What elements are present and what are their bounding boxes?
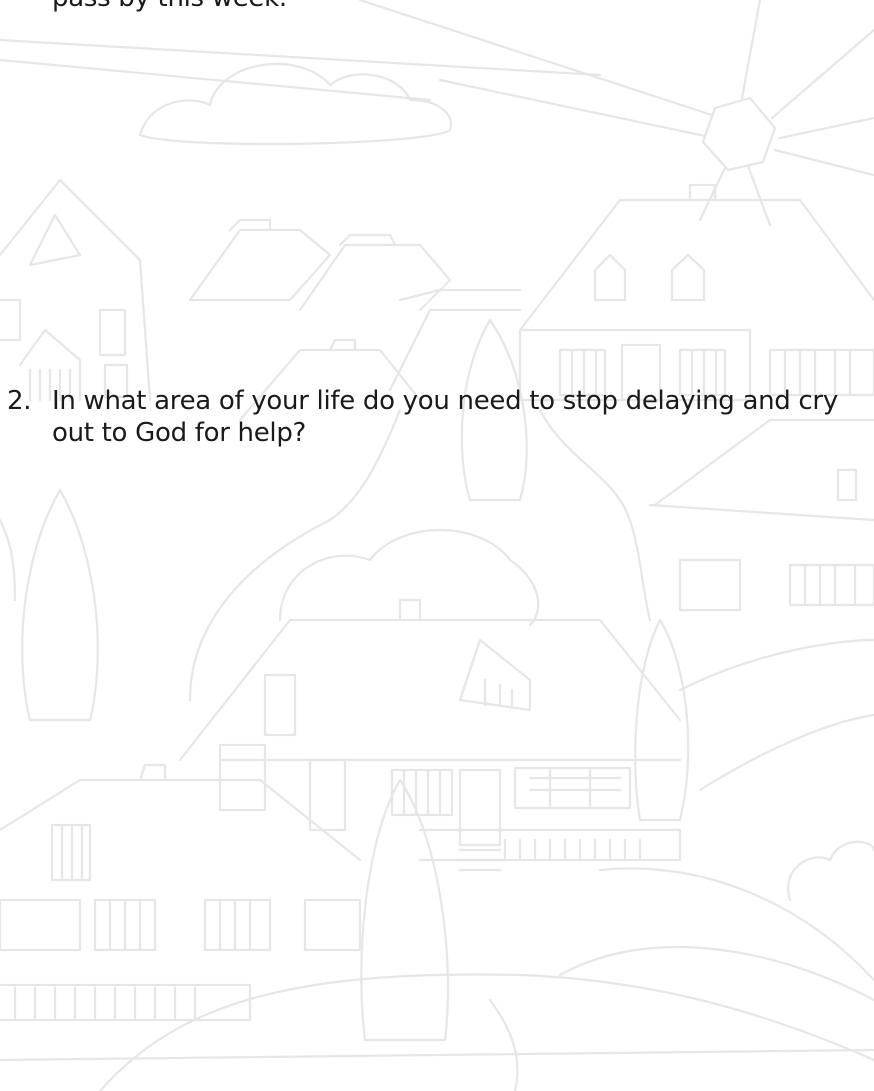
village-line-art-illustration — [0, 0, 874, 1091]
tree — [21, 488, 99, 722]
sun-icon — [358, 0, 874, 227]
question-text-line: out to God for help? — [52, 418, 307, 448]
previous-question-text-tail: pass by this week. — [52, 0, 287, 14]
question-number: 2. — [7, 386, 32, 416]
cloud — [138, 62, 453, 146]
question-text-line: In what area of your life do you need to… — [52, 386, 838, 416]
tree — [360, 778, 450, 1042]
